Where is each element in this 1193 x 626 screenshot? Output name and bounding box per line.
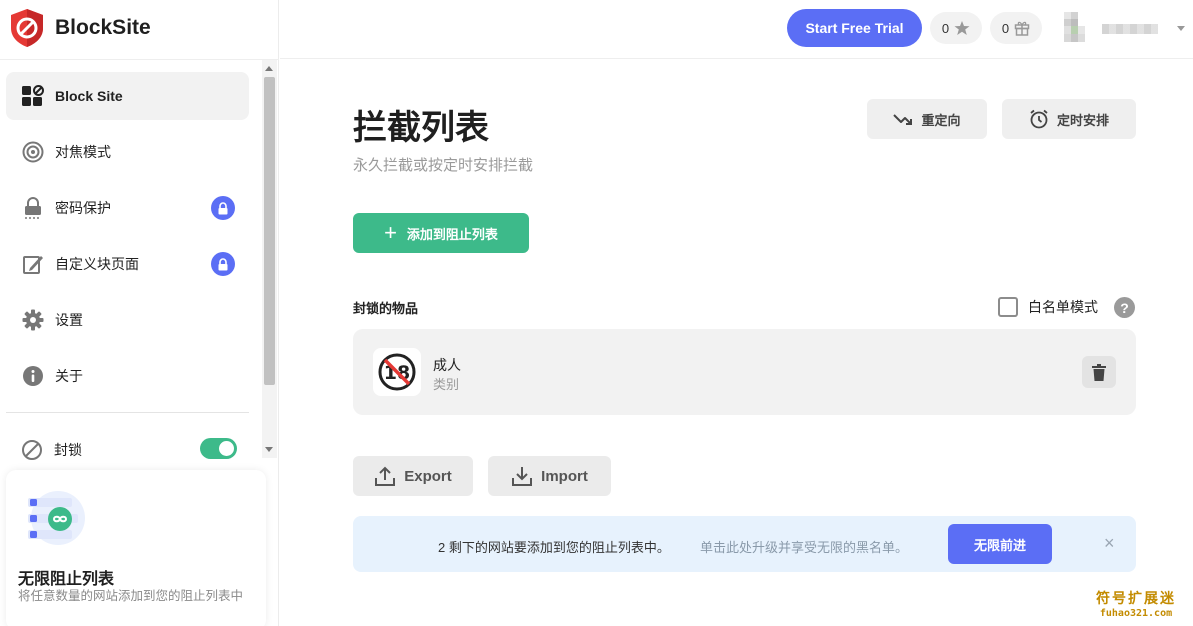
blocked-item-name: 成人 — [433, 357, 461, 373]
stars-count: 0 — [941, 20, 950, 36]
sidebar-item-label: 设置 — [55, 312, 83, 328]
watermark-line2: fuhao321.com — [1099, 608, 1173, 619]
scroll-down-arrow-icon[interactable] — [265, 447, 273, 452]
star-icon — [954, 21, 970, 35]
sidebar-item-about[interactable]: 关于 — [6, 352, 249, 400]
close-icon[interactable]: × — [1104, 534, 1115, 552]
redirect-button-label: 重定向 — [921, 112, 961, 128]
blocked-items-heading: 封锁的物品 — [353, 301, 419, 316]
unlimited-upgrade-button[interactable]: 无限前进 — [948, 524, 1052, 564]
alarm-clock-icon — [1029, 109, 1049, 129]
sidebar-item-label: Block Site — [55, 88, 123, 104]
gear-icon — [21, 308, 45, 332]
password-icon — [21, 196, 45, 220]
app-name: BlockSite — [55, 16, 151, 39]
export-button-label: Export — [404, 467, 452, 485]
sidebar-nav: Block Site 对焦模式 密码保护 自定义块页面 设置 关于 — [6, 72, 249, 408]
stars-counter[interactable]: 0 — [930, 12, 982, 44]
toggle-knob — [219, 441, 234, 456]
username-blurred[interactable] — [1102, 24, 1158, 34]
unlimited-blocklist-promo[interactable]: 无限阻止列表 将任意数量的网站添加到您的阻止列表中 — [6, 470, 266, 626]
blocked-item-row: 18 成人 类别 — [353, 329, 1136, 415]
blocksite-shield-icon — [11, 9, 43, 47]
plus-icon: + — [384, 220, 397, 245]
premium-lock-icon — [211, 196, 235, 220]
whitelist-mode-checkbox[interactable] — [998, 297, 1018, 317]
add-button-label: 添加到阻止列表 — [406, 226, 498, 242]
notice-message: 2 剩下的网站要添加到您的阻止列表中。 — [438, 540, 670, 555]
delete-item-button[interactable] — [1082, 356, 1116, 388]
import-button-label: Import — [541, 467, 588, 485]
info-icon — [21, 364, 45, 388]
sidebar-item-label: 关于 — [55, 368, 83, 384]
sidebar-item-settings[interactable]: 设置 — [6, 296, 249, 344]
gift-icon — [1014, 21, 1030, 36]
block-toggle-row: 封锁 — [6, 426, 249, 474]
sidebar-item-custom-block-page[interactable]: 自定义块页面 — [6, 240, 249, 288]
block-toggle-switch[interactable] — [200, 438, 237, 459]
adult-18-icon: 18 — [378, 353, 416, 391]
promo-title: 无限阻止列表 — [18, 571, 115, 588]
start-free-trial-button[interactable]: Start Free Trial — [787, 9, 922, 47]
upload-icon — [374, 465, 396, 487]
help-icon[interactable]: ? — [1114, 297, 1135, 318]
sidebar-item-focus-mode[interactable]: 对焦模式 — [6, 128, 249, 176]
block-icon — [20, 438, 44, 462]
scrollbar-thumb[interactable] — [264, 77, 275, 385]
sidebar-divider — [6, 412, 249, 413]
app-logo[interactable]: BlockSite — [8, 8, 151, 48]
premium-lock-icon — [211, 252, 235, 276]
block-site-icon — [21, 84, 45, 108]
sidebar-item-label: 对焦模式 — [55, 144, 111, 160]
blocked-item-type: 类别 — [433, 377, 460, 392]
focus-icon — [21, 140, 45, 164]
export-button[interactable]: Export — [353, 456, 473, 496]
schedule-button[interactable]: 定时安排 — [1002, 99, 1136, 139]
notice-upgrade-hint[interactable]: 单击此处升级并享受无限的黑名单。 — [700, 537, 908, 556]
sidebar-item-block-site[interactable]: Block Site — [6, 72, 249, 120]
import-button[interactable]: Import — [488, 456, 611, 496]
scroll-up-arrow-icon[interactable] — [265, 66, 273, 71]
download-icon — [511, 465, 533, 487]
page-title: 拦截列表 — [353, 108, 489, 148]
whitelist-mode-label: 白名单模式 — [1028, 299, 1098, 315]
schedule-button-label: 定时安排 — [1056, 112, 1109, 128]
item-icon-container: 18 — [373, 348, 421, 396]
sidebar-divider — [0, 59, 279, 60]
sidebar-item-label: 密码保护 — [55, 200, 111, 216]
block-toggle-label: 封锁 — [54, 442, 82, 458]
sidebar-item-label: 自定义块页面 — [55, 256, 139, 272]
redirect-button[interactable]: 重定向 — [867, 99, 987, 139]
site-watermark: 符号扩展迷 fuhao321.com — [1096, 588, 1176, 619]
add-to-blocklist-button[interactable]: + 添加到阻止列表 — [353, 213, 529, 253]
sidebar-item-password[interactable]: 密码保护 — [6, 184, 249, 232]
unlimited-list-illustration-icon — [28, 491, 85, 545]
avatar[interactable] — [1064, 12, 1092, 42]
promo-description: 将任意数量的网站添加到您的阻止列表中 — [18, 589, 244, 603]
sidebar-scrollbar[interactable] — [262, 60, 277, 458]
gifts-counter[interactable]: 0 — [990, 12, 1042, 44]
whitelist-mode-option[interactable]: 白名单模式 — [998, 297, 1098, 317]
redirect-arrow-icon — [893, 111, 913, 127]
custom-page-icon — [21, 252, 45, 276]
upgrade-notice-banner: 2 剩下的网站要添加到您的阻止列表中。 单击此处升级并享受无限的黑名单。 无限前… — [353, 516, 1136, 572]
trash-icon — [1092, 363, 1106, 381]
page-subtitle: 永久拦截或按定时安排拦截 — [353, 157, 534, 174]
gifts-count: 0 — [1001, 20, 1010, 36]
top-header: Start Free Trial 0 0 — [280, 0, 1193, 59]
sidebar: BlockSite Block Site 对焦模式 密码保护 自定义块页面 设置… — [0, 0, 279, 626]
account-dropdown-chevron-icon[interactable] — [1177, 26, 1185, 31]
watermark-line1: 符号扩展迷 — [1096, 591, 1176, 607]
